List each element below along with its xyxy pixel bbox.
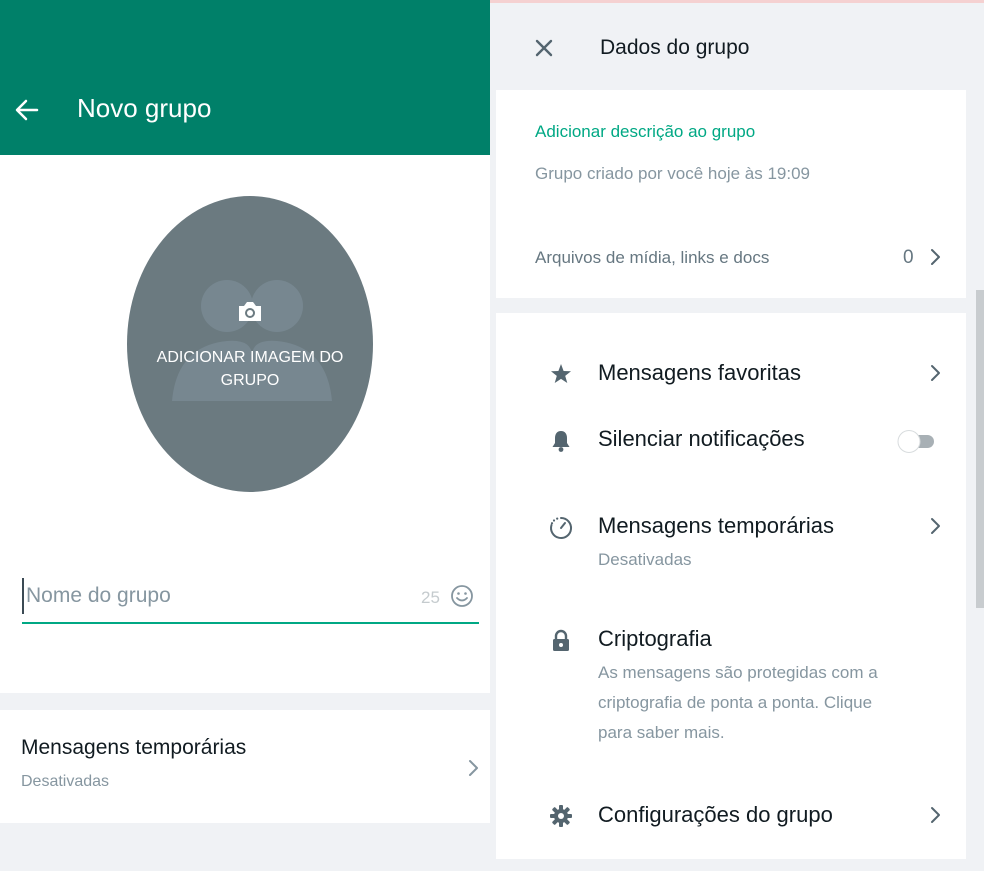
camera-icon (235, 296, 265, 326)
new-group-header: Novo grupo (0, 0, 490, 155)
media-count: 0 (903, 247, 914, 268)
media-links-docs-row[interactable]: Arquivos de mídia, links e docs 0 (496, 230, 966, 285)
emoji-button[interactable] (450, 584, 474, 608)
add-description-link[interactable]: Adicionar descrição ao grupo (535, 122, 755, 142)
smiley-icon (451, 585, 473, 607)
group-settings-label: Configurações do grupo (598, 802, 833, 827)
created-info: Grupo criado por você hoje às 19:09 (535, 164, 811, 183)
mute-toggle[interactable] (894, 426, 938, 456)
starred-messages-label: Mensagens favoritas (598, 360, 801, 385)
close-icon (535, 39, 553, 57)
add-group-image-label: ADICIONAR IMAGEM DO GRUPO (156, 349, 344, 389)
temporary-messages-row[interactable]: Mensagens temporárias Desativadas (0, 710, 490, 823)
new-group-panel: Novo grupo ADICIONAR IMAGEM DO GRUPO 25 (0, 0, 490, 871)
lock-icon (553, 629, 569, 651)
chevron-right-icon (469, 760, 478, 776)
encryption-row[interactable]: Criptografia As mensagens são protegidas… (496, 613, 966, 753)
chevron-right-icon (931, 365, 940, 381)
group-info-header: Dados do grupo (490, 3, 984, 90)
group-name-input[interactable] (22, 578, 412, 614)
bell-icon (552, 431, 570, 452)
disappearing-messages-row[interactable]: Mensagens temporárias Desativadas (496, 493, 966, 578)
back-button[interactable] (12, 95, 42, 125)
group-info-title: Dados do grupo (600, 36, 750, 59)
group-silhouette-icon (172, 280, 332, 401)
close-button[interactable] (532, 36, 556, 60)
gear-icon (550, 805, 572, 827)
page-title: Novo grupo (77, 93, 212, 123)
group-settings-row[interactable]: Configurações do grupo (496, 783, 966, 848)
encryption-description: As mensagens são protegidas com a cripto… (598, 663, 878, 742)
media-links-docs-label: Arquivos de mídia, links e docs (535, 248, 770, 267)
mute-notifications-label: Silenciar notificações (598, 426, 805, 451)
arrow-left-icon (15, 99, 39, 121)
group-options-card: Mensagens favoritas Silenciar notificaçõ… (496, 313, 966, 859)
temporary-messages-title: Mensagens temporárias (21, 736, 247, 759)
chevron-right-icon (931, 807, 940, 823)
chevron-right-icon (931, 518, 940, 534)
timer-icon (550, 516, 573, 539)
add-group-image-button[interactable]: ADICIONAR IMAGEM DO GRUPO (127, 196, 373, 492)
starred-messages-row[interactable]: Mensagens favoritas (496, 333, 966, 403)
group-info-panel: Dados do grupo Adicionar descrição ao gr… (490, 0, 984, 871)
star-icon (551, 364, 571, 383)
disappearing-messages-label: Mensagens temporárias (598, 513, 835, 538)
scrollbar[interactable] (976, 290, 984, 608)
group-name-underline (22, 622, 479, 624)
chevron-right-icon (931, 249, 940, 265)
temporary-messages-status: Desativadas (21, 773, 110, 790)
group-description-card: Adicionar descrição ao grupo Grupo criad… (496, 90, 966, 298)
char-counter: 25 (421, 588, 440, 607)
disappearing-messages-status: Desativadas (598, 550, 692, 569)
encryption-title: Criptografia (598, 626, 712, 651)
